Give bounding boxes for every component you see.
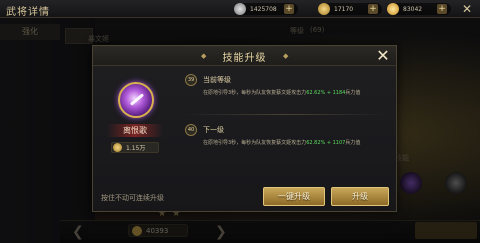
add-silver-button[interactable]: + (284, 4, 294, 14)
title-ornament-icon: ◆ (283, 52, 289, 60)
resource-value: 17170 (334, 5, 354, 13)
dialog-title: 技能升级 (222, 53, 267, 64)
hold-to-upgrade-note: 按住不动可连续升级 (101, 194, 164, 202)
resource-gold: 17170 + (318, 3, 382, 15)
close-icon[interactable]: ✕ (374, 47, 392, 65)
next-level-title: 下一级 (203, 126, 224, 134)
page-title: 武将详情 (6, 7, 50, 18)
upgrade-button[interactable]: 升级 (331, 187, 389, 206)
skill-icon (118, 82, 154, 118)
level-badge: 39 (185, 74, 197, 86)
gold-coin-icon (318, 3, 330, 15)
silver-coin-icon (234, 3, 246, 15)
desc-text: 在原地引导3秒，每秒为队友恢复蔡文姬攻击力 (203, 90, 307, 96)
resource-value: 83042 (403, 5, 423, 13)
gem-icon (387, 3, 399, 15)
desc-text: 兵力值 (345, 90, 361, 96)
cost-value: 1.15万 (126, 145, 146, 152)
close-page-icon[interactable]: ✕ (460, 2, 474, 16)
level-badge: 40 (185, 124, 197, 136)
skill-name: 离恨歌 (107, 124, 163, 137)
top-bar: 武将详情 1425708 + 17170 + 83042 + ✕ (0, 0, 480, 18)
resource-value: 1425708 (250, 5, 277, 13)
resource-silver: 1425708 + (234, 3, 298, 15)
add-gold-button[interactable]: + (368, 4, 378, 14)
desc-text: 兵力值 (345, 140, 361, 146)
resource-gem: 83042 + (387, 3, 451, 15)
desc-text: 在原地引导3秒，每秒为队友恢复蔡文姬攻击力 (203, 140, 307, 146)
divider (183, 114, 388, 115)
skill-upgrade-dialog: ◆ 技能升级 ◆ ✕ 离恨歌 1.15万 39 当前等级 在原地引导3秒，每秒为… (92, 45, 397, 212)
current-level-title: 当前等级 (203, 76, 231, 84)
one-key-upgrade-button[interactable]: 一键升级 (263, 187, 325, 206)
current-level-desc: 在原地引导3秒，每秒为队友恢复蔡文姬攻击力62.62% + 1184兵力值 (203, 89, 393, 96)
upgrade-cost: 1.15万 (111, 142, 159, 153)
dialog-header: ◆ 技能升级 ◆ ✕ (93, 46, 396, 66)
desc-highlight: 62.62% + 1184 (306, 90, 346, 96)
skill-card: 离恨歌 1.15万 (105, 74, 165, 164)
next-level-desc: 在原地引导3秒，每秒为队友恢复蔡文姬攻击力62.82% + 1107兵力值 (203, 139, 393, 146)
add-gem-button[interactable]: + (437, 4, 447, 14)
desc-highlight: 62.82% + 1107 (306, 140, 346, 146)
coin-icon (113, 143, 122, 152)
